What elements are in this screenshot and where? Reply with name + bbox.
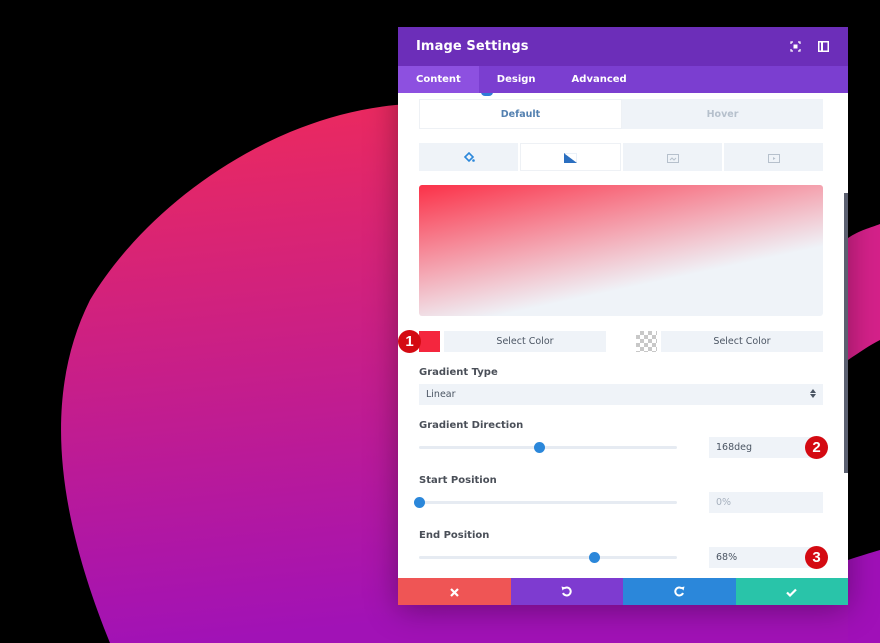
scrollbar[interactable] — [844, 193, 848, 473]
start-position-thumb[interactable] — [414, 497, 425, 508]
start-position-input[interactable]: 0% — [709, 492, 823, 513]
hidden-toggle-peek — [481, 93, 493, 96]
start-color-picker: Select Color — [419, 331, 606, 352]
start-position-label: Start Position — [419, 475, 497, 486]
background-type-tabs — [419, 143, 823, 171]
end-select-color-button[interactable]: Select Color — [661, 331, 823, 352]
undo-button[interactable] — [510, 578, 623, 605]
settings-body: Default Hover Select Color Select Color … — [398, 93, 848, 578]
modal-footer — [398, 578, 848, 605]
bg-tab-image[interactable] — [623, 143, 722, 171]
state-toggle: Default Hover — [419, 99, 823, 129]
undo-icon — [561, 582, 572, 601]
gradient-direction-label: Gradient Direction — [419, 420, 524, 431]
select-arrows-icon — [810, 388, 816, 401]
bg-tab-color[interactable] — [419, 143, 518, 171]
gradient-type-value: Linear — [426, 389, 456, 400]
settings-tabs: Content Design Advanced — [398, 66, 848, 93]
modal-header[interactable]: Image Settings — [398, 27, 848, 66]
default-state-tab[interactable]: Default — [419, 99, 622, 129]
image-settings-modal: Image Settings Content Design Advanced D… — [398, 27, 848, 605]
expand-icon[interactable] — [788, 40, 802, 54]
tab-design[interactable]: Design — [479, 66, 554, 93]
end-position-slider[interactable] — [419, 552, 677, 563]
annotation-badge-1: 1 — [398, 330, 421, 353]
gradient-direction-thumb[interactable] — [534, 442, 546, 453]
annotation-badge-2: 2 — [805, 436, 828, 459]
annotation-badge-3: 3 — [805, 546, 828, 569]
gradient-preview — [419, 185, 823, 316]
save-button[interactable] — [735, 578, 848, 605]
start-select-color-button[interactable]: Select Color — [444, 331, 606, 352]
gradient-direction-slider[interactable] — [419, 442, 677, 453]
start-position-slider[interactable] — [414, 497, 677, 508]
bg-tab-gradient[interactable] — [520, 143, 621, 171]
redo-icon — [674, 582, 685, 601]
hover-state-tab[interactable]: Hover — [622, 99, 823, 129]
image-icon — [666, 148, 679, 167]
start-color-swatch[interactable] — [419, 331, 440, 352]
paint-bucket-icon — [463, 148, 475, 167]
close-icon — [449, 582, 459, 601]
gradient-type-select[interactable]: Linear — [419, 384, 823, 405]
redo-button[interactable] — [623, 578, 736, 605]
end-color-swatch[interactable] — [636, 331, 657, 352]
gradient-type-label: Gradient Type — [419, 367, 498, 378]
bg-tab-video[interactable] — [724, 143, 823, 171]
end-color-picker: Select Color — [636, 331, 823, 352]
discard-button[interactable] — [398, 578, 511, 605]
modal-title: Image Settings — [416, 39, 529, 54]
check-icon — [786, 582, 798, 601]
gradient-icon — [564, 148, 577, 167]
end-position-thumb[interactable] — [589, 552, 601, 563]
video-icon — [767, 148, 780, 167]
tab-content[interactable]: Content — [398, 66, 479, 93]
tab-advanced[interactable]: Advanced — [554, 66, 645, 93]
split-view-icon[interactable] — [816, 40, 830, 54]
end-position-label: End Position — [419, 530, 490, 541]
